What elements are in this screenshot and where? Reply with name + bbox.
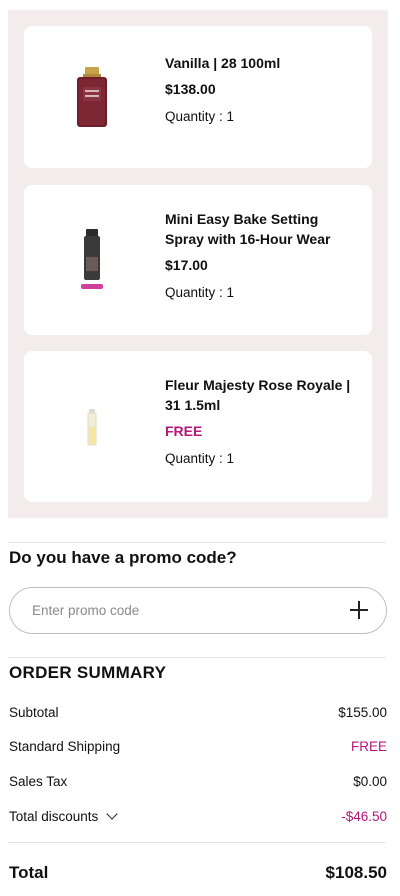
- promo-code-box: [9, 587, 387, 634]
- discounts-value: -$46.50: [341, 808, 387, 824]
- product-image: [74, 185, 110, 335]
- discounts-row[interactable]: Total discounts -$46.50: [9, 806, 387, 826]
- subtotal-row: Subtotal $155.00: [9, 702, 387, 722]
- product-quantity: Quantity : 1: [165, 285, 235, 300]
- sales-tax-label: Sales Tax: [9, 773, 68, 789]
- subtotal-label: Subtotal: [9, 704, 59, 720]
- divider: [8, 842, 386, 843]
- product-name[interactable]: Vanilla | 28 100ml: [165, 53, 360, 73]
- product-name[interactable]: Mini Easy Bake Setting Spray with 16-Hou…: [165, 209, 360, 249]
- product-price: $17.00: [165, 257, 208, 273]
- product-quantity: Quantity : 1: [165, 451, 235, 466]
- product-name[interactable]: Fleur Majesty Rose Royale | 31 1.5ml: [165, 375, 360, 415]
- subtotal-value: $155.00: [338, 704, 387, 720]
- product-image: [74, 26, 110, 168]
- product-price: FREE: [165, 423, 203, 439]
- product-price: $138.00: [165, 81, 216, 97]
- total-row: Total $108.50: [9, 863, 387, 883]
- sales-tax-row: Sales Tax $0.00: [9, 771, 387, 791]
- sales-tax-value: $0.00: [353, 773, 387, 789]
- shipping-value: FREE: [350, 738, 387, 754]
- total-label: Total: [9, 863, 49, 882]
- shipping-row: Standard Shipping FREE: [9, 736, 387, 756]
- cart-item[interactable]: Vanilla | 28 100ml $138.00 Quantity : 1: [24, 26, 372, 168]
- discounts-toggle[interactable]: Total discounts: [9, 807, 118, 824]
- cart-item[interactable]: Fleur Majesty Rose Royale | 31 1.5ml FRE…: [24, 351, 372, 502]
- cart-item[interactable]: Mini Easy Bake Setting Spray with 16-Hou…: [24, 185, 372, 335]
- add-promo-button[interactable]: [348, 599, 370, 621]
- promo-title: Do you have a promo code?: [9, 548, 237, 567]
- cart-items-panel: Vanilla | 28 100ml $138.00 Quantity : 1 …: [8, 10, 388, 518]
- divider: [8, 657, 386, 658]
- discounts-label: Total discounts: [9, 808, 99, 824]
- chevron-down-icon[interactable]: [106, 807, 118, 820]
- product-quantity: Quantity : 1: [165, 109, 235, 124]
- divider: [8, 542, 386, 543]
- total-value: $108.50: [325, 863, 387, 882]
- product-image: [74, 351, 110, 502]
- shipping-label: Standard Shipping: [9, 738, 121, 754]
- promo-code-input[interactable]: [32, 588, 332, 633]
- order-summary-title: ORDER SUMMARY: [9, 663, 167, 682]
